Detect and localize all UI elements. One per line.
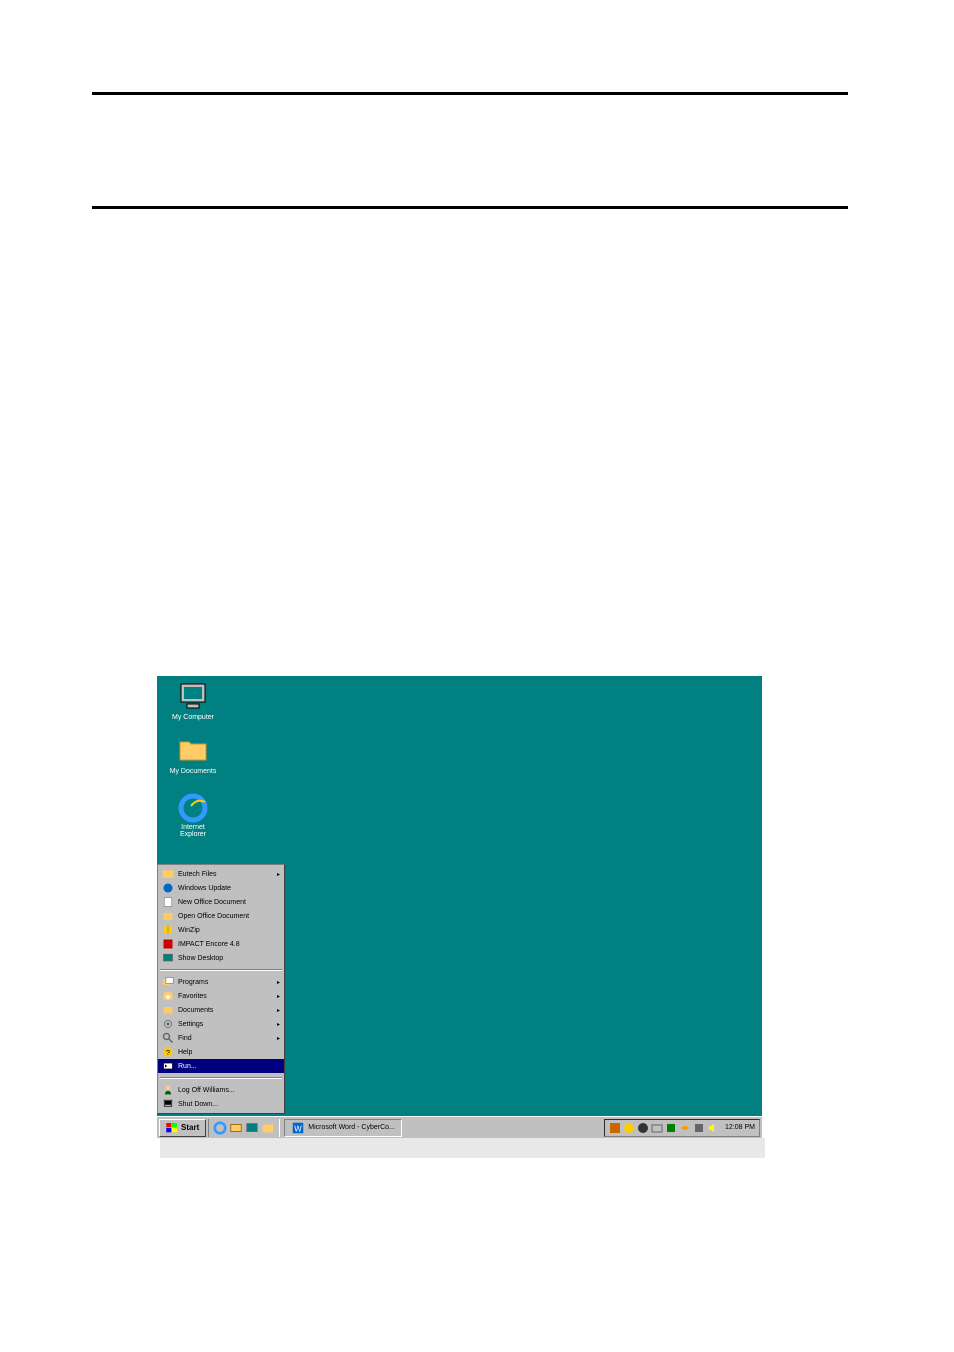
chevron-right-icon: ▸	[277, 979, 280, 986]
task-label: Microsoft Word - CyberCo...	[308, 1124, 395, 1131]
tray-icon[interactable]	[637, 1122, 649, 1134]
menu-item-impact-encore[interactable]: IMPACT Encore 4.8	[158, 937, 284, 951]
desktop-icon	[162, 952, 174, 964]
start-menu: Eutech Files ▸ Windows Update New Office…	[157, 864, 285, 1114]
volume-icon[interactable]	[707, 1122, 719, 1134]
run-icon	[162, 1060, 174, 1072]
menu-item-programs[interactable]: Programs ▸	[158, 975, 284, 989]
ie-icon	[177, 792, 209, 824]
svg-text:?: ?	[166, 1048, 170, 1057]
settings-icon	[162, 1018, 174, 1030]
menu-label: Eutech Files	[178, 871, 217, 878]
windows-desktop-screenshot: My Computer My Documents Internet Explor…	[157, 676, 762, 1138]
quick-launch-bar	[208, 1119, 280, 1137]
winzip-icon	[162, 924, 174, 936]
menu-label: Find	[178, 1035, 192, 1042]
icon-label: Internet Explorer	[173, 824, 213, 838]
menu-label: Shut Down...	[178, 1101, 218, 1108]
menu-label: Settings	[178, 1021, 203, 1028]
menu-label: Windows Update	[178, 885, 231, 892]
icon-label: My Computer	[169, 714, 217, 721]
menu-label: Open Office Document	[178, 913, 249, 920]
menu-item-settings[interactable]: Settings ▸	[158, 1017, 284, 1031]
chevron-right-icon: ▸	[277, 1035, 280, 1042]
chevron-right-icon: ▸	[277, 1021, 280, 1028]
menu-item-help[interactable]: ? Help	[158, 1045, 284, 1059]
update-icon	[162, 882, 174, 894]
desktop-icon[interactable]	[245, 1121, 259, 1135]
menu-item-show-desktop[interactable]: Show Desktop	[158, 951, 284, 965]
desktop-icon-internet-explorer[interactable]: Internet Explorer	[169, 792, 217, 838]
menu-label: Log Off Williams...	[178, 1087, 235, 1094]
folder-icon	[177, 734, 209, 766]
start-menu-middle-section: Programs ▸ Favorites ▸ Documents ▸ Setti…	[158, 973, 284, 1075]
shutdown-icon	[162, 1098, 174, 1110]
chevron-right-icon: ▸	[277, 993, 280, 1000]
tray-icon[interactable]	[609, 1122, 621, 1134]
tray-icon[interactable]	[693, 1122, 705, 1134]
menu-item-open-office-doc[interactable]: Open Office Document	[158, 909, 284, 923]
menu-item-winzip[interactable]: WinZip	[158, 923, 284, 937]
menu-item-shutdown[interactable]: Shut Down...	[158, 1097, 284, 1111]
menu-label: New Office Document	[178, 899, 246, 906]
doc-new-icon	[162, 896, 174, 908]
svg-text:W: W	[295, 1124, 303, 1133]
horizontal-rule-top	[92, 92, 848, 95]
outlook-icon[interactable]	[229, 1121, 243, 1135]
menu-label: Documents	[178, 1007, 213, 1014]
menu-label: Run...	[178, 1063, 197, 1070]
taskbar-clock[interactable]: 12:08 PM	[725, 1124, 755, 1131]
menu-item-find[interactable]: Find ▸	[158, 1031, 284, 1045]
menu-item-documents[interactable]: Documents ▸	[158, 1003, 284, 1017]
menu-item-new-office-doc[interactable]: New Office Document	[158, 895, 284, 909]
icon-label: My Documents	[169, 768, 217, 775]
find-icon	[162, 1032, 174, 1044]
taskbar: Start W Microsoft Word - CyberCo... 12:0…	[157, 1116, 762, 1138]
tray-icon[interactable]	[651, 1122, 663, 1134]
logoff-icon	[162, 1084, 174, 1096]
windows-logo-icon	[166, 1123, 178, 1133]
desktop-icon-my-documents[interactable]: My Documents	[169, 734, 217, 775]
menu-label: Show Desktop	[178, 955, 223, 962]
folder-icon	[162, 868, 174, 880]
horizontal-rule-bottom	[92, 206, 848, 209]
word-icon: W	[291, 1121, 305, 1135]
chevron-right-icon: ▸	[277, 871, 280, 878]
tray-icon[interactable]	[623, 1122, 635, 1134]
chevron-right-icon: ▸	[277, 1007, 280, 1014]
computer-icon	[177, 680, 209, 712]
menu-item-run[interactable]: Run...	[158, 1059, 284, 1073]
start-menu-top-section: Eutech Files ▸ Windows Update New Office…	[158, 865, 284, 967]
menu-separator	[160, 1077, 282, 1079]
doc-open-icon	[162, 910, 174, 922]
programs-icon	[162, 976, 174, 988]
menu-item-favorites[interactable]: Favorites ▸	[158, 989, 284, 1003]
start-menu-bottom-section: Log Off Williams... Shut Down...	[158, 1081, 284, 1113]
tray-icon[interactable]	[679, 1122, 691, 1134]
menu-label: IMPACT Encore 4.8	[178, 941, 240, 948]
taskbar-task-button[interactable]: W Microsoft Word - CyberCo...	[284, 1119, 402, 1137]
favorites-icon	[162, 990, 174, 1002]
menu-label: Programs	[178, 979, 208, 986]
menu-separator	[160, 969, 282, 971]
menu-label: WinZip	[178, 927, 200, 934]
documents-icon	[162, 1004, 174, 1016]
menu-item-eutech-files[interactable]: Eutech Files ▸	[158, 867, 284, 881]
system-tray: 12:08 PM	[604, 1119, 760, 1137]
menu-item-windows-update[interactable]: Windows Update	[158, 881, 284, 895]
menu-item-logoff[interactable]: Log Off Williams...	[158, 1083, 284, 1097]
folder-icon[interactable]	[261, 1121, 275, 1135]
start-button[interactable]: Start	[159, 1119, 206, 1137]
start-label: Start	[181, 1123, 199, 1132]
ie-icon[interactable]	[213, 1121, 227, 1135]
desktop-icon-my-computer[interactable]: My Computer	[169, 680, 217, 721]
menu-label: Help	[178, 1049, 192, 1056]
tray-icon[interactable]	[665, 1122, 677, 1134]
menu-label: Favorites	[178, 993, 207, 1000]
impact-icon	[162, 938, 174, 950]
image-shadow	[160, 1138, 765, 1158]
help-icon: ?	[162, 1046, 174, 1058]
